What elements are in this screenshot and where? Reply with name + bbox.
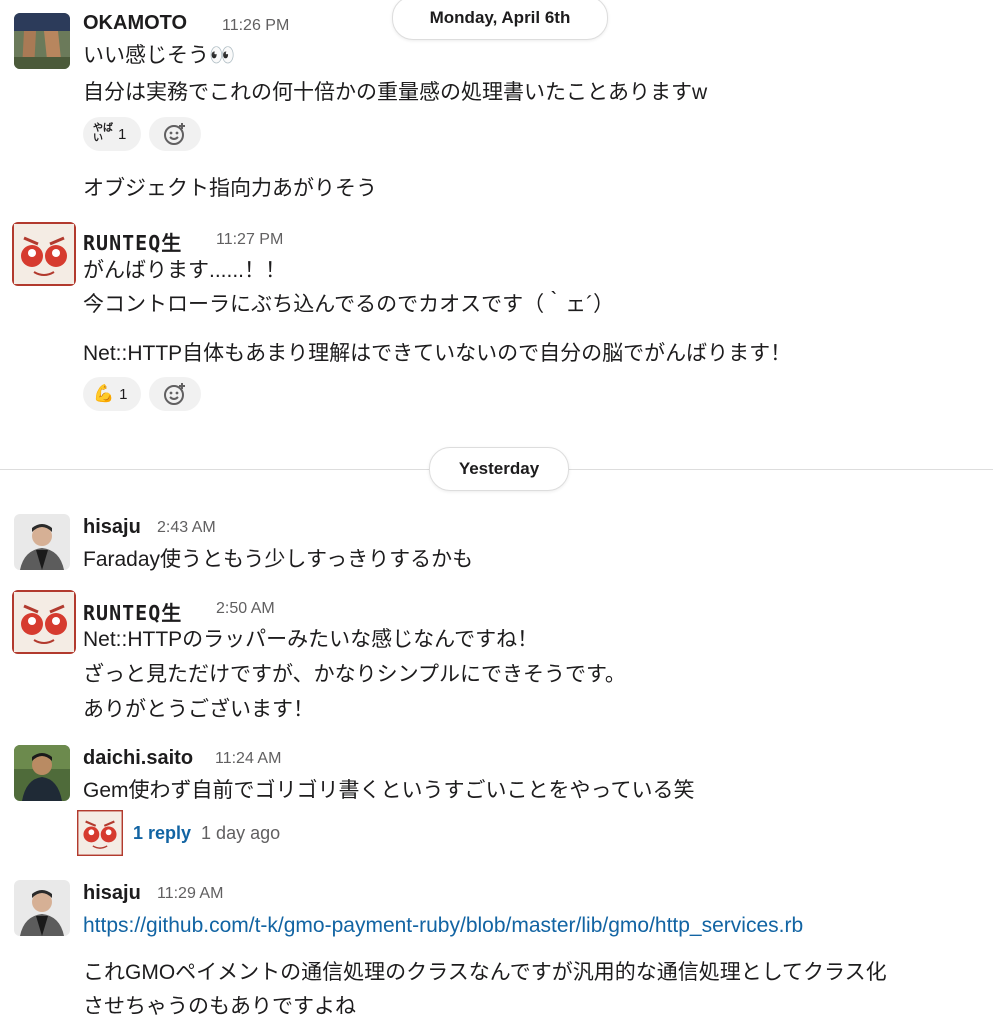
author-name[interactable]: hisaju: [83, 516, 141, 539]
date-divider-pill[interactable]: Monday, April 6th: [392, 0, 608, 40]
message-link[interactable]: https://github.com/t-k/gmo-payment-ruby/…: [83, 912, 803, 940]
red-mascot-face-icon: [12, 222, 76, 286]
flexed-biceps-emoji: 💪: [93, 384, 115, 403]
add-reaction-icon: [164, 123, 185, 145]
author-name[interactable]: OKAMOTO: [83, 12, 187, 35]
avatar-runteq[interactable]: [12, 590, 76, 654]
daichi-photo: [14, 745, 70, 801]
reaction-chip[interactable]: 💪 1: [83, 377, 141, 411]
okamoto-photo: [14, 13, 70, 69]
date-divider-pill[interactable]: Yesterday: [429, 447, 569, 491]
avatar-hisaju[interactable]: [14, 514, 70, 570]
message-line: Faraday使うともう少しすっきりするかも: [83, 548, 474, 571]
message-line: 自分は実務でこれの何十倍かの重量感の処理書いたことありますw: [83, 81, 708, 104]
red-mascot-face-icon: [12, 590, 76, 654]
message-line: 今コントローラにぶち込んでるのでカオスです（｀ェ´）: [83, 293, 615, 316]
message-line: これGMOペイメントの通信処理のクラスなんですが汎用的な通信処理としてクラス化: [83, 961, 887, 984]
message-line: Net::HTTP自体もあまり理解はできていないので自分の脳でがんばります！: [83, 342, 792, 365]
message-line: がんばります......！！: [83, 259, 287, 282]
red-mascot-face-icon: [77, 810, 123, 856]
reaction-count: 1: [119, 385, 128, 403]
yabai-emoji: やばい: [93, 123, 113, 144]
message-line: させちゃうのもありですよね: [83, 995, 356, 1018]
thread-last-reply: 1 day ago: [201, 822, 281, 843]
add-reaction-button[interactable]: [149, 377, 201, 411]
add-reaction-icon: [164, 383, 185, 405]
message-line: Net::HTTPのラッパーみたいな感じなんですね！: [83, 628, 539, 651]
reaction-count: 1: [118, 125, 127, 143]
add-reaction-button[interactable]: [149, 117, 201, 151]
message-line: Gem使わず自前でゴリゴリ書くというすごいことをやっている笑: [83, 779, 695, 802]
message-timestamp[interactable]: 11:29 AM: [157, 885, 223, 903]
thread-reply-avatar: [77, 810, 123, 856]
hisaju-photo: [14, 880, 70, 936]
message-line: ありがとうございます！: [83, 698, 314, 721]
message-timestamp[interactable]: 11:27 PM: [216, 231, 283, 249]
message-line: オブジェクト指向力あがりそう: [83, 177, 377, 200]
author-name[interactable]: RUNTEQ生: [83, 227, 182, 256]
avatar-daichi[interactable]: [14, 745, 70, 801]
avatar-runteq[interactable]: [12, 222, 76, 286]
author-name[interactable]: hisaju: [83, 882, 141, 905]
thread-reply-count[interactable]: 1 reply: [133, 823, 191, 844]
message-timestamp[interactable]: 11:26 PM: [222, 17, 289, 35]
message-line: いい感じそう👀: [83, 44, 236, 67]
reaction-chip[interactable]: やばい 1: [83, 117, 141, 151]
thread-replies[interactable]: 1 reply 1 day ago: [77, 810, 280, 856]
hisaju-photo: [14, 514, 70, 570]
author-name[interactable]: RUNTEQ生: [83, 597, 182, 626]
message-timestamp[interactable]: 2:50 AM: [216, 600, 275, 618]
message-timestamp[interactable]: 11:24 AM: [215, 750, 281, 768]
message-timestamp[interactable]: 2:43 AM: [157, 519, 216, 537]
avatar-okamoto[interactable]: [14, 13, 70, 69]
avatar-hisaju[interactable]: [14, 880, 70, 936]
message-line: ざっと見ただけですが、かなりシンプルにできそうです。: [83, 663, 626, 686]
author-name[interactable]: daichi.saito: [83, 747, 193, 770]
